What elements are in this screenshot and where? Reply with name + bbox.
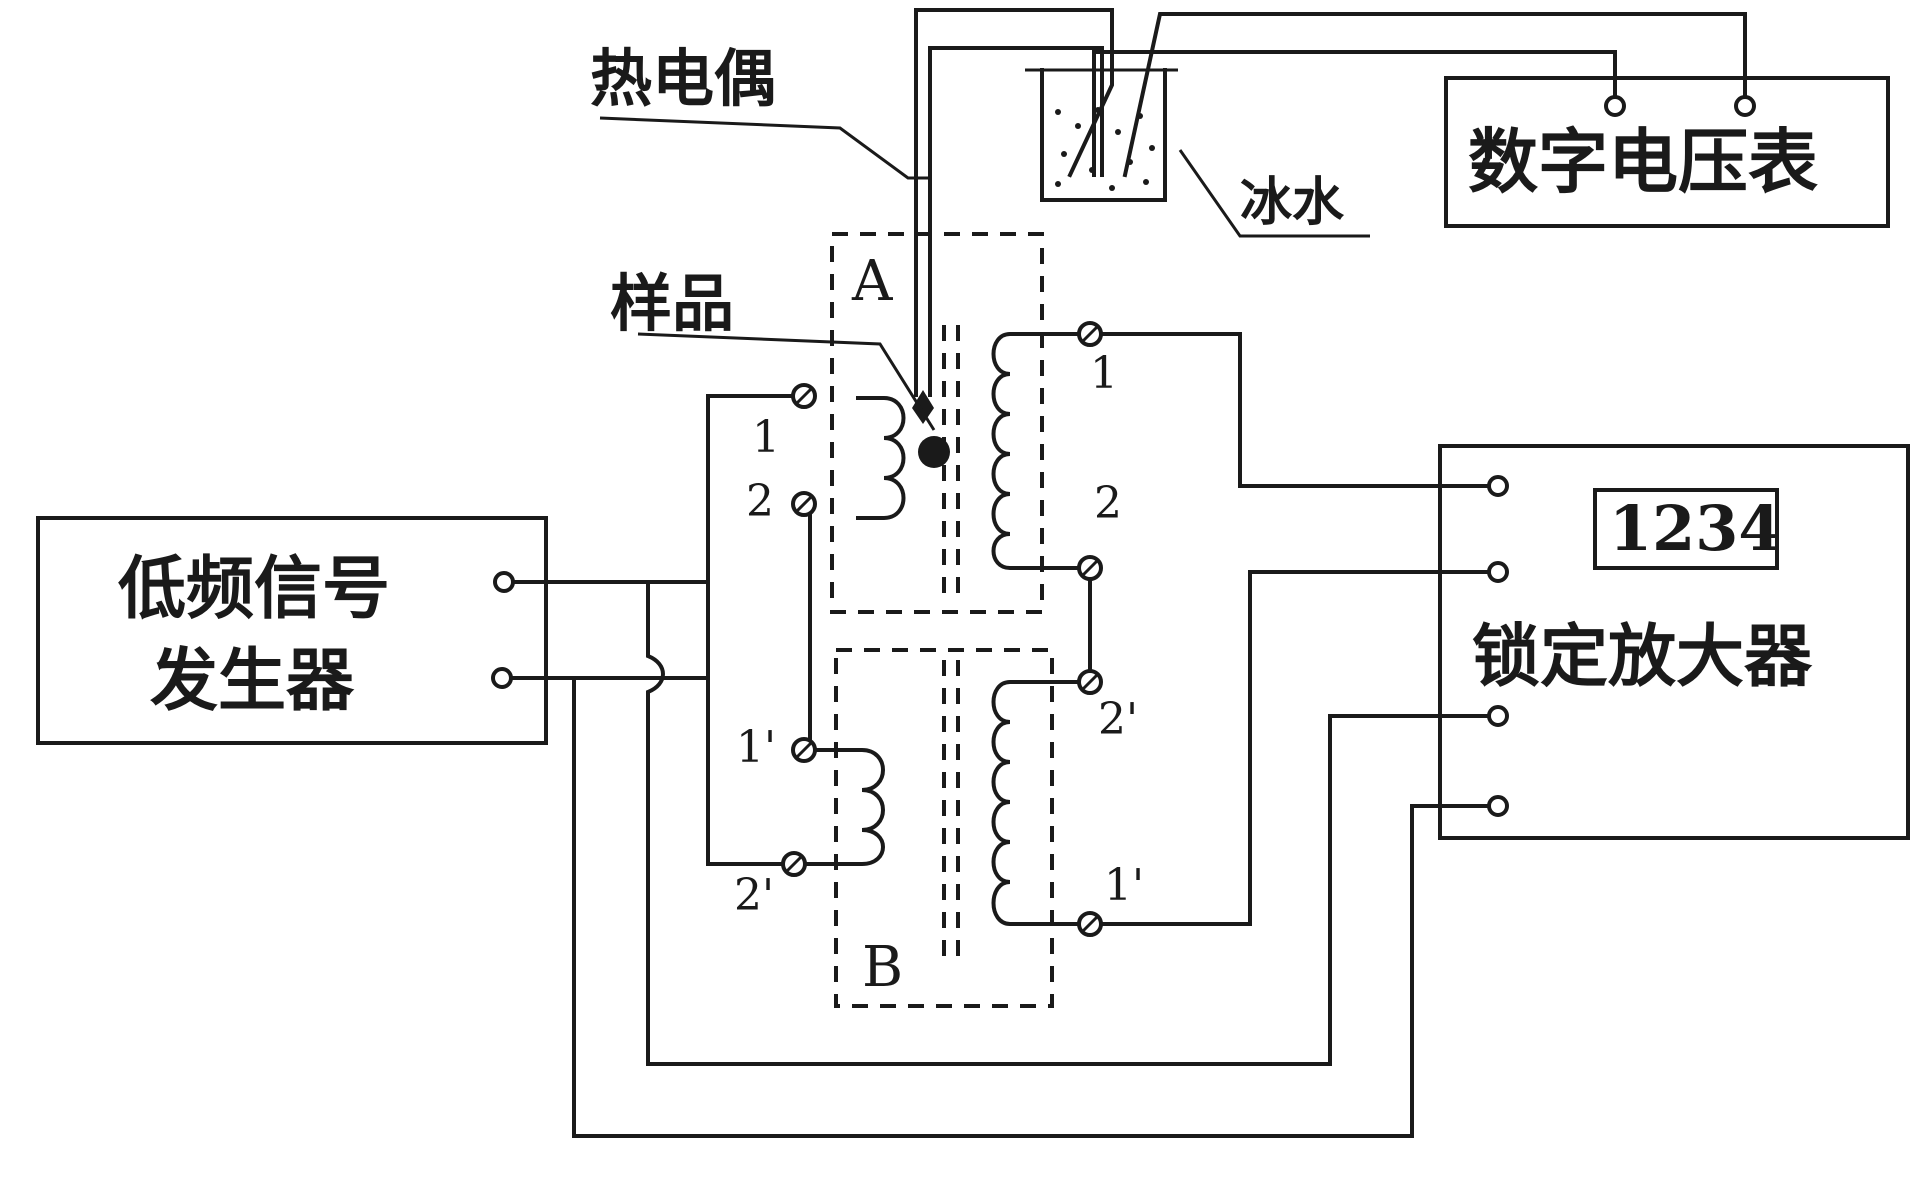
thermocouple-wire-2	[914, 8, 1114, 178]
generator-label-line1: 低频信号	[118, 550, 390, 629]
coil-a-secondary	[991, 332, 1036, 570]
primary-series-wire	[802, 502, 812, 752]
label-b-secondary-2p: 2'	[1098, 694, 1138, 745]
coil-b-primary	[804, 748, 885, 866]
label-b-primary-1p: 1'	[736, 722, 776, 773]
thermocouple-leader	[599, 116, 928, 180]
generator-terminal-top	[493, 571, 515, 593]
lockin-label: 锁定放大器	[1472, 618, 1813, 697]
label-a-primary-1: 1	[752, 412, 780, 463]
reference-wire-1	[646, 580, 1494, 1066]
sample-label: 样品	[610, 267, 734, 340]
sample-leader	[637, 332, 936, 431]
circuit-diagram: 热电偶 冰水 数字电压表 样品 A B 低频信号 发生器 1234 锁定放大器 …	[36, 8, 1910, 1138]
lockin-terminal-4	[1487, 795, 1509, 817]
primary-bus-wire	[706, 394, 792, 866]
thermocouple-label: 热电偶	[590, 42, 776, 115]
label-a-secondary-1: 1	[1090, 348, 1118, 399]
generator-label-line2: 发生器	[150, 642, 355, 721]
lockin-terminal-2	[1487, 561, 1509, 583]
coil-a-primary	[856, 396, 906, 520]
sample-dot	[918, 436, 950, 468]
lockin-terminal-1	[1487, 475, 1509, 497]
signal-wire-top	[1088, 332, 1494, 488]
coil-a-label: A	[851, 249, 893, 314]
reference-wire-2	[572, 676, 1494, 1138]
coil-b-label: B	[862, 935, 903, 1000]
generator-terminal-bottom	[491, 667, 513, 689]
voltmeter-terminal-left	[1604, 95, 1626, 117]
lockin-display: 1234	[1609, 492, 1782, 565]
signal-wire-bottom	[1088, 570, 1494, 926]
ice-water-label: 冰水	[1240, 173, 1345, 233]
coil-b-secondary	[991, 680, 1090, 926]
voltmeter-terminal-right	[1734, 95, 1756, 117]
voltmeter-label: 数字电压表	[1468, 121, 1818, 203]
lockin-terminal-3	[1487, 705, 1509, 727]
label-a-secondary-2: 2	[1094, 478, 1122, 529]
label-a-primary-2: 2	[746, 476, 774, 527]
diagram-canvas: 热电偶 冰水 数字电压表 样品 A B 低频信号 发生器 1234 锁定放大器 …	[0, 0, 1932, 1180]
label-b-secondary-1p: 1'	[1104, 860, 1144, 911]
thermocouple-wire-4	[928, 46, 1104, 177]
label-b-primary-2p: 2'	[734, 870, 774, 921]
ice-water-fill	[1055, 107, 1155, 191]
